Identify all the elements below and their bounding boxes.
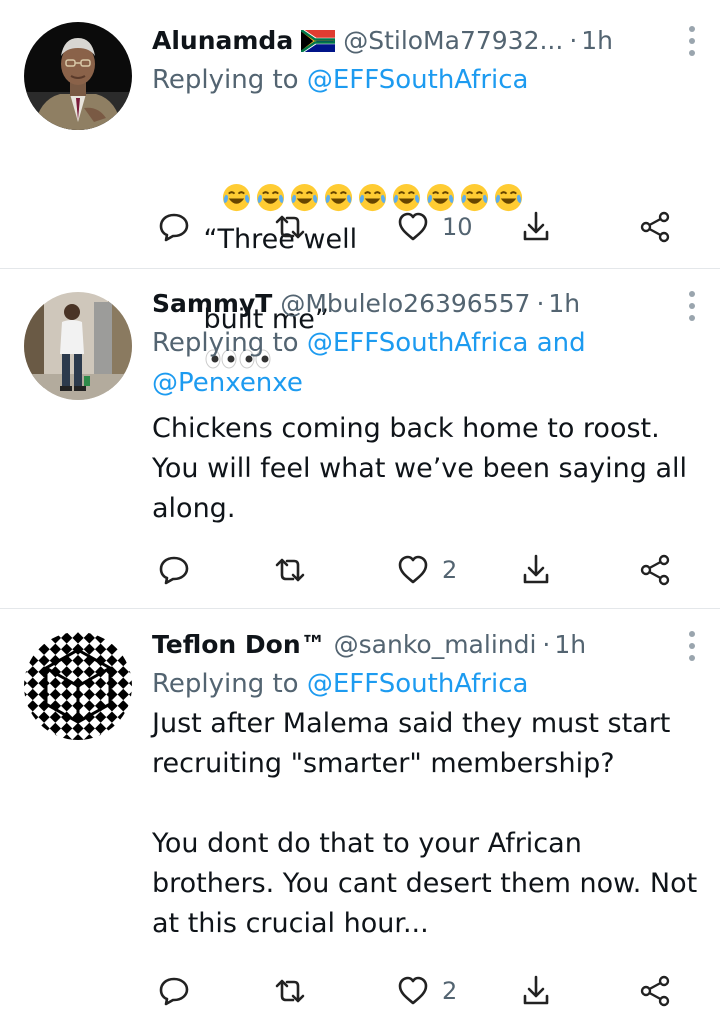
- mention-link[interactable]: @EFFSouthAfrica: [307, 328, 529, 358]
- share-icon: [640, 211, 670, 243]
- like-count: 10: [442, 213, 473, 241]
- retweet-button[interactable]: [273, 971, 307, 1011]
- reply-icon: [159, 556, 189, 585]
- timestamp[interactable]: 1h: [581, 26, 613, 55]
- replying-to-label: Replying to: [152, 65, 299, 95]
- timestamp[interactable]: 1h: [548, 289, 580, 318]
- more-options-button[interactable]: [688, 631, 696, 661]
- share-button[interactable]: [638, 971, 672, 1011]
- share-button[interactable]: [638, 550, 672, 590]
- share-button[interactable]: [638, 207, 672, 247]
- heart-icon: [398, 976, 428, 1005]
- share-icon: [640, 975, 670, 1007]
- like-button[interactable]: 2: [396, 971, 457, 1011]
- more-options-button[interactable]: [688, 26, 696, 56]
- separator-dot: ·: [569, 25, 578, 55]
- bookmark-icon: [523, 975, 549, 1005]
- avatar[interactable]: [24, 22, 132, 130]
- bookmark-icon: [523, 211, 549, 241]
- tweet-actions: 2: [152, 971, 680, 1011]
- avatar[interactable]: [24, 632, 132, 740]
- retweet-icon: [275, 558, 305, 582]
- more-options-button[interactable]: [688, 291, 696, 321]
- share-icon: [640, 554, 670, 586]
- replying-to: Replying to @EFFSouthAfrica: [152, 60, 702, 100]
- mention-link[interactable]: @Penxenxe: [152, 368, 303, 398]
- user-handle[interactable]: @Mbulelo26396557: [280, 289, 530, 318]
- reply-icon: [159, 977, 189, 1006]
- tweet-text: Just after Malema said they must start r…: [152, 708, 698, 939]
- bookmark-button[interactable]: [519, 550, 553, 590]
- heart-icon: [398, 212, 428, 241]
- mention-joiner: and: [536, 328, 586, 358]
- like-count: 2: [442, 977, 458, 1005]
- tweet-header: SammyT @Mbulelo26396557 · 1h: [152, 283, 702, 323]
- retweet-icon: [275, 215, 305, 239]
- heart-icon: [398, 555, 428, 584]
- bookmark-icon: [523, 554, 549, 584]
- bookmark-button[interactable]: [519, 207, 553, 247]
- display-name[interactable]: Teflon Don™: [152, 630, 326, 659]
- like-count: 2: [442, 556, 458, 584]
- avatar[interactable]: [24, 292, 132, 400]
- retweet-button[interactable]: [273, 207, 307, 247]
- tweet-header: Teflon Don™ @sanko_malindi · 1h: [152, 624, 702, 664]
- replying-to-label: Replying to: [152, 669, 299, 699]
- replying-to: Replying to @EFFSouthAfrica and @Penxenx…: [152, 323, 702, 403]
- timestamp[interactable]: 1h: [554, 630, 586, 659]
- tweet-header: Alunamda @StiloMa77932... · 1h: [152, 20, 702, 60]
- tweet-actions: 2: [152, 550, 680, 590]
- retweet-button[interactable]: [273, 550, 307, 590]
- reply-button[interactable]: [157, 550, 191, 590]
- tweet-actions: 10: [152, 207, 680, 247]
- separator-dot: ·: [542, 629, 551, 659]
- reply-button[interactable]: [157, 207, 191, 247]
- retweet-icon: [275, 979, 305, 1003]
- display-name[interactable]: SammyT: [152, 289, 272, 318]
- mention-link[interactable]: @EFFSouthAfrica: [307, 669, 529, 699]
- user-handle[interactable]: @StiloMa77932...: [343, 26, 563, 55]
- south-africa-flag-icon: [300, 27, 337, 55]
- like-button[interactable]: 2: [396, 550, 457, 590]
- separator-dot: ·: [536, 288, 545, 318]
- tweet[interactable]: Teflon Don™ @sanko_malindi · 1h Replying…: [0, 609, 720, 1028]
- replying-to: Replying to @EFFSouthAfrica: [152, 664, 702, 704]
- tweet-text: Chickens coming back home to roost. You …: [152, 413, 687, 524]
- reply-button[interactable]: [157, 971, 191, 1011]
- display-name[interactable]: Alunamda: [152, 26, 293, 55]
- like-button[interactable]: 10: [396, 207, 473, 247]
- bookmark-button[interactable]: [519, 971, 553, 1011]
- tweet[interactable]: Alunamda @StiloMa77932... · 1h Replying …: [0, 0, 720, 369]
- user-handle[interactable]: @sanko_malindi: [334, 630, 537, 659]
- mention-link[interactable]: @EFFSouthAfrica: [307, 65, 529, 95]
- reply-icon: [159, 213, 189, 242]
- tweet[interactable]: SammyT @Mbulelo26396557 · 1h Replying to…: [0, 269, 720, 609]
- replying-to-label: Replying to: [152, 328, 299, 358]
